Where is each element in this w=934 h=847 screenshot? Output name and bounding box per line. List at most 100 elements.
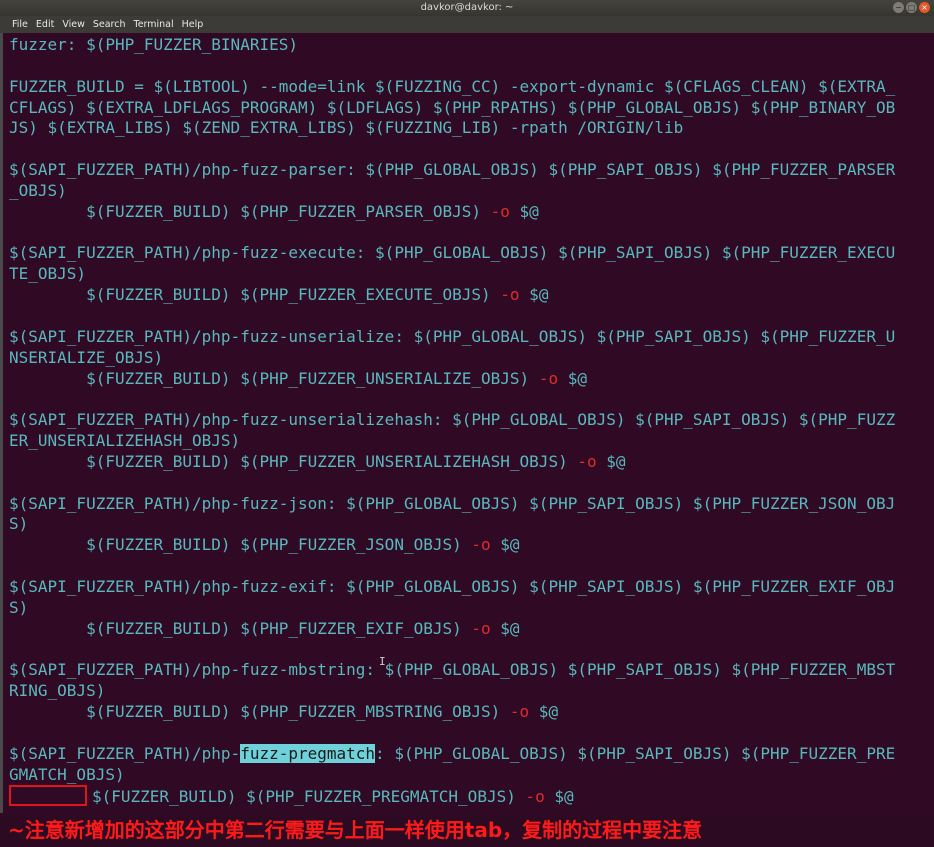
flag-text: -o [500, 285, 520, 305]
line-text: $(FUZZER_BUILD) $(PHP_FUZZER_UNSERIALIZE… [9, 451, 578, 471]
line-text: $(SAPI_FUZZER_PATH)/php-fuzz-json: $(PHP… [9, 493, 896, 513]
minimize-button[interactable]: − [893, 2, 904, 13]
line-text: $(FUZZER_BUILD) $(PHP_FUZZER_MBSTRING_OB… [9, 702, 510, 721]
line-text: $@ [544, 787, 574, 807]
menu-edit[interactable]: Edit [36, 19, 54, 30]
line-text: $(FUZZER_BUILD) $(PHP_FUZZER_UNSERIALIZE… [9, 368, 539, 388]
line-text: $(FUZZER_BUILD) $(PHP_FUZZER_PREGMATCH_O… [92, 787, 526, 807]
menu-help[interactable]: Help [182, 19, 204, 30]
terminal-line: $(SAPI_FUZZER_PATH)/php-fuzz-unserialize… [9, 327, 929, 348]
terminal-line: $(FUZZER_BUILD) $(PHP_FUZZER_JSON_OBJS) … [9, 535, 929, 556]
menu-terminal[interactable]: Terminal [134, 19, 174, 30]
line-text: NSERIALIZE_OBJS) [9, 347, 164, 367]
terminal-line: $(FUZZER_BUILD) $(PHP_FUZZER_UNSERIALIZE… [9, 369, 929, 390]
line-text: S) [9, 597, 29, 617]
search-highlight: fuzz-pregmatch [240, 743, 376, 763]
flag-text: -o [471, 535, 491, 555]
terminal-line: FUZZER_BUILD = $(LIBTOOL) --mode=link $(… [9, 77, 929, 98]
tab-indent-marker [9, 785, 87, 807]
flag-text: -o [538, 368, 559, 388]
terminal-line: $(SAPI_FUZZER_PATH)/php-fuzz-mbstring: $… [9, 660, 929, 681]
terminal-line: GMATCH_OBJS) [9, 765, 929, 786]
line-text: $@ [558, 368, 587, 388]
line-text: $(SAPI_FUZZER_PATH)/php-fuzz-execute: $(… [9, 243, 896, 263]
terminal-line: $(FUZZER_BUILD) $(PHP_FUZZER_UNSERIALIZE… [9, 452, 929, 473]
terminal-line: fuzzer: $(PHP_FUZZER_BINARIES) [9, 35, 929, 56]
terminal-line: ER_UNSERIALIZEHASH_OBJS) [9, 431, 929, 452]
annotation-text: ~注意新增加的这部分中第二行需要与上面一样使用tab，复制的过程中要注意 [8, 818, 703, 842]
menu-view[interactable]: View [62, 19, 85, 30]
terminal-line: $(SAPI_FUZZER_PATH)/php-fuzz-execute: $(… [9, 243, 929, 264]
terminal-line: $(SAPI_FUZZER_PATH)/php-fuzz-pregmatch: … [9, 743, 929, 765]
line-text: $@ [596, 451, 626, 471]
line-text: $(SAPI_FUZZER_PATH)/php-fuzz-exif: $(PHP… [9, 576, 896, 596]
line-text: ER_UNSERIALIZEHASH_OBJS) [9, 431, 241, 451]
flag-text: -o [577, 451, 597, 471]
line-text: $@ [490, 535, 520, 555]
terminal-line: CFLAGS) $(EXTRA_LDFLAGS_PROGRAM) $(LDFLA… [9, 98, 929, 119]
terminal-line: $(FUZZER_BUILD) $(PHP_FUZZER_MBSTRING_OB… [9, 702, 929, 723]
line-text: FUZZER_BUILD = $(LIBTOOL) --mode=link $(… [9, 76, 896, 96]
terminal-line: $(SAPI_FUZZER_PATH)/php-fuzz-parser: $(P… [9, 160, 929, 181]
line-text: $(SAPI_FUZZER_PATH)/php-fuzz-mbstring: $… [9, 660, 896, 680]
line-text: $(SAPI_FUZZER_PATH)/php-fuzz-unserialize… [9, 326, 896, 346]
line-text: CFLAGS) $(EXTRA_LDFLAGS_PROGRAM) $(LDFLA… [9, 97, 896, 117]
terminal-line: S) [9, 514, 929, 535]
line-text: JS) $(EXTRA_LIBS) $(ZEND_EXTRA_LIBS) $(F… [9, 118, 684, 138]
line-text: GMATCH_OBJS) [9, 764, 125, 784]
line-text: $@ [490, 618, 520, 638]
line-text: $@ [529, 702, 559, 721]
terminal-line: $(SAPI_FUZZER_PATH)/php-fuzz-unserialize… [9, 410, 929, 431]
flag-text: -o [490, 201, 510, 221]
terminal-line: $(SAPI_FUZZER_PATH)/php-fuzz-exif: $(PHP… [9, 577, 929, 598]
terminal-line: $(FUZZER_BUILD) $(PHP_FUZZER_PARSER_OBJS… [9, 202, 929, 223]
terminal-line: $(FUZZER_BUILD) $(PHP_FUZZER_EXIF_OBJS) … [9, 619, 929, 640]
terminal-line: TE_OBJS) [9, 264, 929, 285]
menu-bar: File Edit View Search Terminal Help [0, 16, 934, 33]
line-text: TE_OBJS) [9, 264, 87, 284]
line-text: $(FUZZER_BUILD) $(PHP_FUZZER_JSON_OBJS) [9, 535, 472, 555]
line-text: $(SAPI_FUZZER_PATH)/php- [9, 743, 241, 763]
line-text: _OBJS) [9, 180, 67, 200]
line-text: fuzzer: $(PHP_FUZZER_BINARIES) [9, 35, 298, 54]
terminal-line: JS) $(EXTRA_LIBS) $(ZEND_EXTRA_LIBS) $(F… [9, 118, 929, 139]
window-title: davkor@davkor: ~ [420, 2, 514, 13]
line-text: $(FUZZER_BUILD) $(PHP_FUZZER_EXIF_OBJS) [9, 618, 472, 638]
terminal-line: $(FUZZER_BUILD) $(PHP_FUZZER_EXECUTE_OBJ… [9, 285, 929, 306]
window-titlebar[interactable]: davkor@davkor: ~ − □ × [0, 0, 934, 16]
terminal-line: NSERIALIZE_OBJS) [9, 348, 929, 369]
terminal-line: S) [9, 598, 929, 619]
line-text: RING_OBJS) [9, 681, 106, 701]
terminal-line: $(FUZZER_BUILD) $(PHP_FUZZER_PREGMATCH_O… [9, 785, 929, 807]
terminal-line: _OBJS) [9, 181, 929, 202]
terminal-text[interactable]: fuzzer: $(PHP_FUZZER_BINARIES) FUZZER_BUI… [9, 35, 929, 807]
flag-text: -o [471, 618, 491, 638]
line-text: $@ [519, 285, 549, 305]
line-text: $(FUZZER_BUILD) $(PHP_FUZZER_EXECUTE_OBJ… [9, 285, 501, 305]
line-text: $(SAPI_FUZZER_PATH)/php-fuzz-unserialize… [9, 410, 896, 430]
line-text: $(FUZZER_BUILD) $(PHP_FUZZER_PARSER_OBJS… [9, 201, 491, 221]
terminal-line: RING_OBJS) [9, 681, 929, 702]
flag-text: -o [509, 702, 530, 721]
close-button[interactable]: × [919, 2, 930, 13]
terminal-left-border [0, 33, 3, 813]
terminal-line: $(SAPI_FUZZER_PATH)/php-fuzz-json: $(PHP… [9, 494, 929, 515]
line-text: $@ [509, 201, 539, 221]
menu-search[interactable]: Search [93, 19, 126, 30]
line-text: : $(PHP_GLOBAL_OBJS) $(PHP_SAPI_OBJS) $(… [375, 743, 896, 763]
maximize-button[interactable]: □ [906, 2, 917, 13]
window-controls: − □ × [893, 2, 930, 13]
text-cursor-icon: I [379, 655, 386, 668]
line-text: $(SAPI_FUZZER_PATH)/php-fuzz-parser: $(P… [9, 160, 896, 180]
menu-file[interactable]: File [12, 19, 28, 30]
flag-text: -o [525, 787, 545, 807]
